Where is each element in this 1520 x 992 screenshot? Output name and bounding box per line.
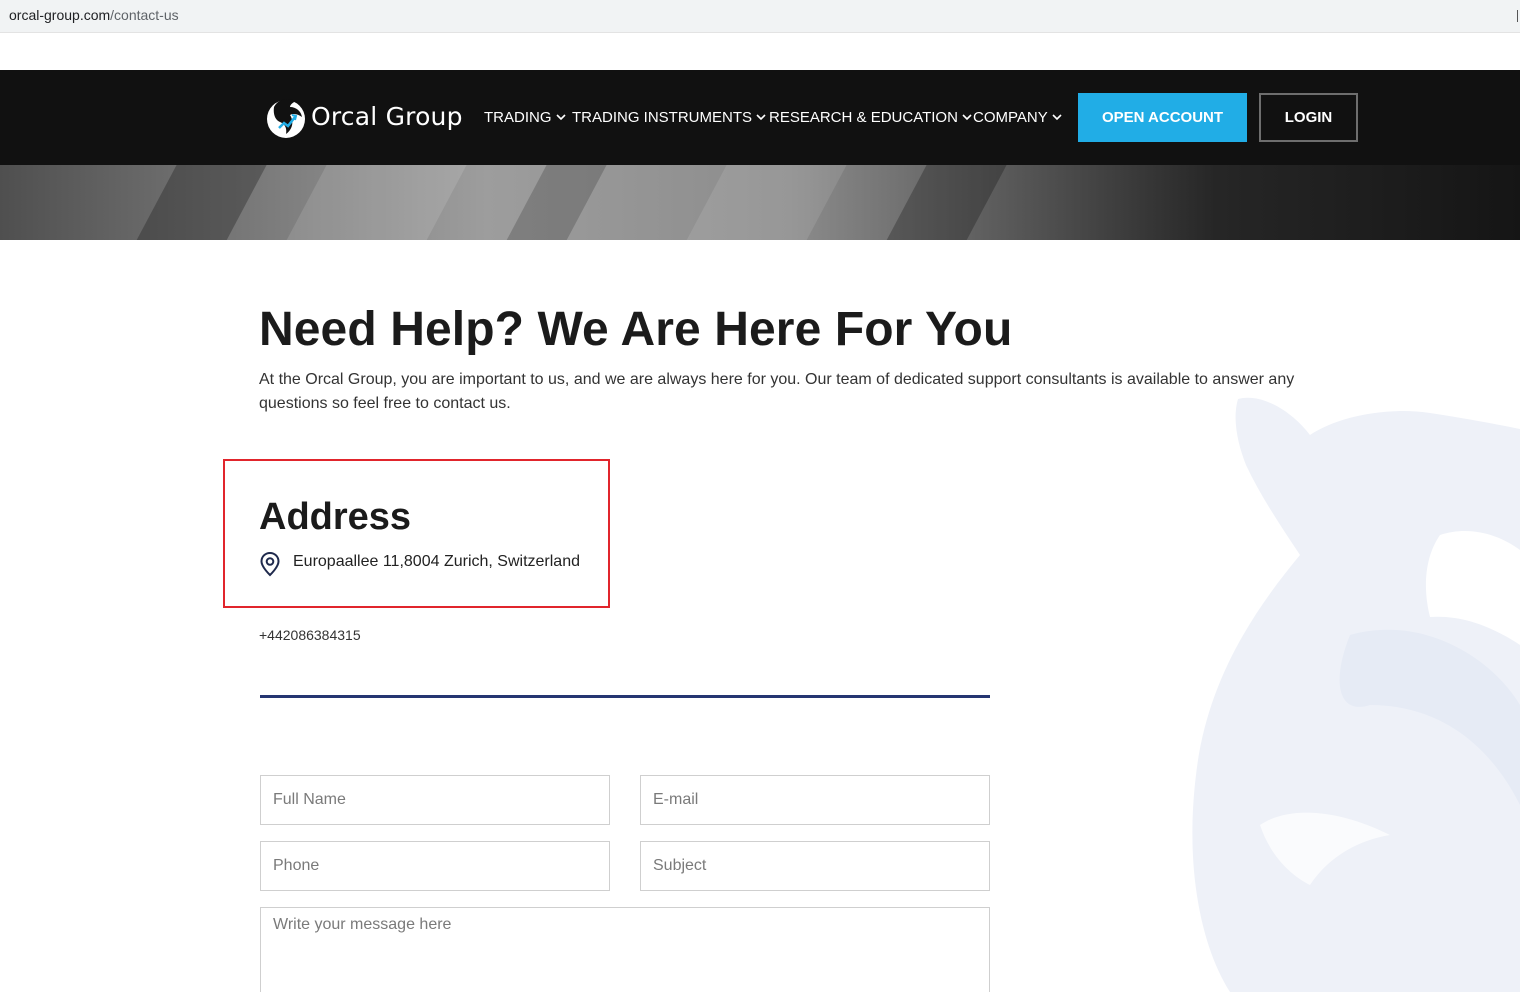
intro-text: At the Orcal Group, you are important to…: [259, 371, 1295, 412]
phone-number[interactable]: +442086384315: [259, 627, 361, 643]
nav-trading-label: TRADING: [484, 108, 552, 126]
address-text: Europaallee 11,8004 Zurich, Switzerland: [293, 553, 580, 570]
nav-company-label: COMPANY: [973, 108, 1048, 126]
brand-name: Orcal Group: [311, 102, 463, 131]
chevron-down-icon: [756, 114, 766, 121]
banner-shadow: [862, 165, 1018, 240]
nav-research-education[interactable]: RESEARCH & EDUCATION: [769, 107, 973, 127]
url-text[interactable]: orcal-group.com/contact-us: [9, 7, 179, 23]
url-domain: orcal-group.com: [9, 7, 111, 23]
orca-watermark: [1192, 397, 1520, 992]
brand-logo[interactable]: Orcal Group: [266, 95, 466, 141]
orca-logo-icon: [267, 99, 305, 138]
chevron-down-icon: [1052, 114, 1062, 121]
full-name-input[interactable]: [260, 775, 610, 825]
chevron-down-icon: [962, 114, 972, 121]
page-title: Need Help? We Are Here For You: [259, 303, 1013, 356]
site-header: Orcal Group TRADING TRADING INSTRUMENTS …: [0, 70, 1520, 165]
browser-address-bar[interactable]: orcal-group.com/contact-us: [0, 0, 1520, 33]
banner-shadow: [482, 165, 618, 240]
banner-highlight: [662, 165, 858, 240]
banner-highlight: [262, 165, 478, 240]
phone-input[interactable]: [260, 841, 610, 891]
banner-shadow: [112, 165, 278, 240]
hero-banner-image: [0, 165, 1520, 240]
nav-trading[interactable]: TRADING: [484, 107, 567, 127]
open-account-button[interactable]: OPEN ACCOUNT: [1078, 93, 1247, 142]
address-heading: Address: [259, 496, 412, 538]
email-input[interactable]: [640, 775, 990, 825]
nav-trading-instruments-label: TRADING INSTRUMENTS: [572, 108, 752, 126]
subject-input[interactable]: [640, 841, 990, 891]
nav-research-education-label: RESEARCH & EDUCATION: [769, 108, 958, 126]
nav-company[interactable]: COMPANY: [973, 107, 1063, 127]
location-pin-icon: [260, 551, 280, 577]
section-divider: [260, 695, 990, 698]
url-path: /contact-us: [110, 7, 179, 23]
chevron-down-icon: [555, 114, 566, 121]
message-textarea[interactable]: [260, 907, 990, 992]
login-button[interactable]: LOGIN: [1259, 93, 1358, 142]
nav-trading-instruments[interactable]: TRADING INSTRUMENTS: [572, 107, 767, 127]
